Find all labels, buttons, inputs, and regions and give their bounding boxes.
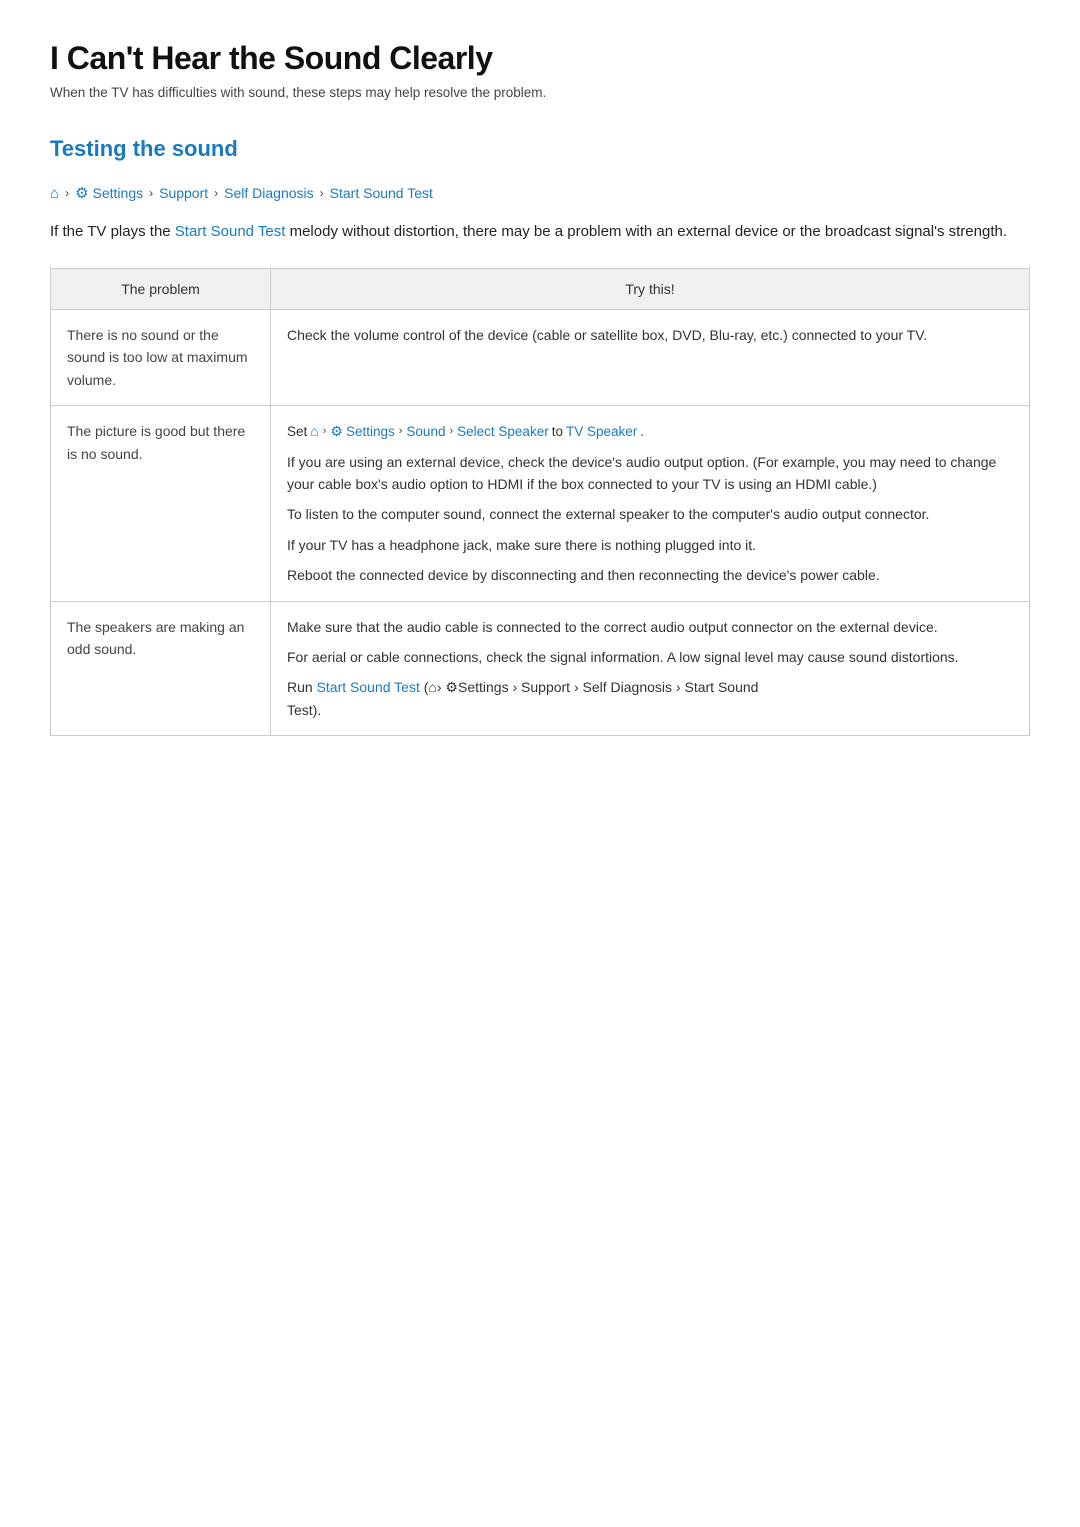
col-problem-header: The problem bbox=[51, 269, 271, 310]
tv-speaker-link[interactable]: TV Speaker bbox=[566, 421, 637, 443]
chevron-icon: › bbox=[437, 679, 442, 695]
chevron-icon: › bbox=[449, 423, 453, 441]
solution-cell-1: Check the volume control of the device (… bbox=[271, 310, 1030, 406]
solution-para-2b: To listen to the computer sound, connect… bbox=[287, 503, 1013, 525]
home-icon: ⌂ bbox=[310, 420, 318, 442]
breadcrumb-settings[interactable]: Settings bbox=[93, 185, 144, 201]
gear-icon: ⚙ bbox=[445, 679, 458, 695]
solution-para-2d: Reboot the connected device by disconnec… bbox=[287, 564, 1013, 586]
table-row: There is no sound or the sound is too lo… bbox=[51, 310, 1030, 406]
settings-link-3[interactable]: Settings bbox=[458, 679, 509, 695]
solution-text-1: Check the volume control of the device (… bbox=[287, 324, 1013, 346]
solution-breadcrumb-2: Set ⌂ › ⚙ Settings › Sound › Select Spea… bbox=[287, 420, 1013, 442]
gear-icon: ⚙ bbox=[330, 420, 343, 442]
col-solution-header: Try this! bbox=[271, 269, 1030, 310]
intro-text-after: melody without distortion, there may be … bbox=[285, 223, 1007, 240]
breadcrumb-start-sound-test[interactable]: Start Sound Test bbox=[330, 185, 433, 201]
gear-icon: ⚙ bbox=[75, 184, 88, 202]
page-title: I Can't Hear the Sound Clearly bbox=[50, 40, 1030, 77]
sound-link[interactable]: Sound bbox=[406, 421, 445, 443]
test-end: Test). bbox=[287, 702, 321, 718]
chevron-icon: › bbox=[214, 186, 218, 200]
solution-para-3c: Run Start Sound Test (⌂› ⚙Settings › Sup… bbox=[287, 676, 1013, 721]
problem-cell-3: The speakers are making an odd sound. bbox=[51, 601, 271, 736]
home-icon: ⌂ bbox=[428, 679, 436, 695]
home-icon: ⌂ bbox=[50, 185, 59, 202]
solution-cell-2: Set ⌂ › ⚙ Settings › Sound › Select Spea… bbox=[271, 406, 1030, 601]
table-row: The picture is good but there is no soun… bbox=[51, 406, 1030, 601]
page-subtitle: When the TV has difficulties with sound,… bbox=[50, 85, 1030, 100]
solution-cell-3: Make sure that the audio cable is connec… bbox=[271, 601, 1030, 736]
chevron-icon: › bbox=[320, 186, 324, 200]
intro-paragraph: If the TV plays the Start Sound Test mel… bbox=[50, 220, 1030, 244]
intro-start-sound-test-link[interactable]: Start Sound Test bbox=[175, 223, 286, 240]
chevron-icon: › bbox=[570, 679, 582, 695]
to-label: to bbox=[552, 421, 563, 443]
section-title: Testing the sound bbox=[50, 136, 1030, 162]
support-link-3[interactable]: Support bbox=[521, 679, 570, 695]
problem-cell-2: The picture is good but there is no soun… bbox=[51, 406, 271, 601]
select-speaker-link[interactable]: Select Speaker bbox=[457, 421, 549, 443]
self-diagnosis-link-3[interactable]: Self Diagnosis bbox=[583, 679, 673, 695]
start-sound-test-link-3[interactable]: Start Sound Test bbox=[317, 679, 420, 695]
set-label: Set bbox=[287, 421, 307, 443]
breadcrumb-self-diagnosis[interactable]: Self Diagnosis bbox=[224, 185, 314, 201]
table-row: The speakers are making an odd sound. Ma… bbox=[51, 601, 1030, 736]
table-header-row: The problem Try this! bbox=[51, 269, 1030, 310]
run-label: Run bbox=[287, 679, 317, 695]
chevron-icon: › bbox=[509, 679, 521, 695]
breadcrumb-support[interactable]: Support bbox=[159, 185, 208, 201]
troubleshoot-table: The problem Try this! There is no sound … bbox=[50, 268, 1030, 736]
breadcrumb: ⌂ › ⚙ Settings › Support › Self Diagnosi… bbox=[50, 184, 1030, 202]
chevron-icon: › bbox=[65, 186, 69, 200]
chevron-icon: › bbox=[323, 423, 327, 441]
intro-text-before: If the TV plays the bbox=[50, 223, 175, 240]
chevron-icon: › bbox=[149, 186, 153, 200]
solution-para-3a: Make sure that the audio cable is connec… bbox=[287, 616, 1013, 638]
chevron-icon: › bbox=[672, 679, 684, 695]
settings-link[interactable]: Settings bbox=[346, 421, 395, 443]
problem-cell-1: There is no sound or the sound is too lo… bbox=[51, 310, 271, 406]
solution-para-3b: For aerial or cable connections, check t… bbox=[287, 646, 1013, 668]
solution-para-2c: If your TV has a headphone jack, make su… bbox=[287, 534, 1013, 556]
chevron-icon: › bbox=[399, 423, 403, 441]
period: . bbox=[640, 421, 644, 443]
start-sound-link-3[interactable]: Start Sound bbox=[684, 679, 758, 695]
solution-para-2a: If you are using an external device, che… bbox=[287, 451, 1013, 496]
